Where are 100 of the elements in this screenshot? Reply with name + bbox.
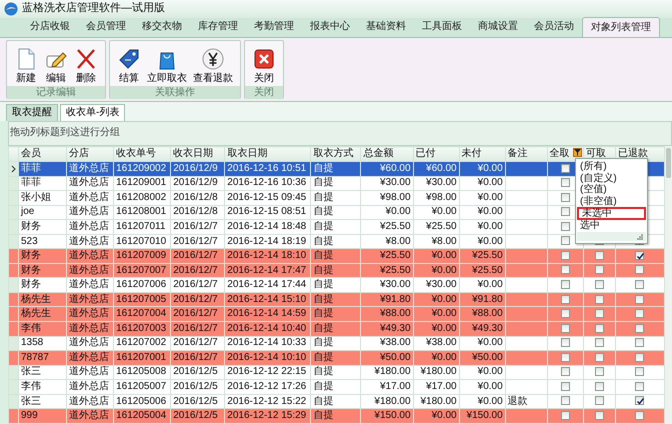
table-cell: 道外总店: [66, 306, 114, 322]
table-cell: ¥0.00: [459, 220, 506, 234]
menu-item[interactable]: (非空值): [577, 196, 646, 207]
table-cell: ¥0.00: [360, 205, 414, 220]
table-cell: 道外总店: [66, 190, 114, 206]
column-header[interactable]: 总金额: [360, 146, 414, 162]
table-cell: ¥50.00: [459, 350, 506, 366]
toolbar-button[interactable]: 删除: [71, 41, 101, 86]
table-cell: 161207006: [114, 278, 171, 292]
column-header[interactable]: 收衣单号: [114, 146, 171, 162]
menu-item[interactable]: (自定义): [577, 172, 646, 184]
column-header[interactable]: 收衣日期: [170, 146, 225, 162]
table-cell: ¥0.00: [413, 306, 460, 322]
toolbar-button[interactable]: 查看退款: [190, 41, 236, 86]
tab[interactable]: 对象列表管理: [582, 17, 660, 37]
table-cell: ¥0.00: [459, 365, 506, 380]
tab[interactable]: 考勤管理: [246, 17, 302, 37]
column-header[interactable]: 已付: [413, 146, 460, 162]
group-label: 关联操作: [110, 86, 240, 99]
tab[interactable]: 基础资料: [358, 17, 414, 37]
column-header[interactable]: 取衣日期: [224, 146, 311, 162]
tab[interactable]: 分店收银: [22, 17, 78, 37]
table-cell: 道外总店: [66, 365, 114, 380]
table-cell: 自提: [310, 306, 361, 322]
table-cell: 菲菲: [18, 176, 67, 191]
tab[interactable]: 库存管理: [190, 17, 246, 37]
tab[interactable]: 会员活动: [526, 17, 582, 37]
menu-item[interactable]: (所有): [577, 161, 646, 172]
toolbar-button[interactable]: 立即取衣: [144, 41, 190, 86]
table-cell: ¥91.80: [360, 292, 414, 307]
table-cell: ¥50.00: [360, 350, 414, 366]
table-cell: 李伟: [18, 380, 67, 394]
column-header[interactable]: 备注: [505, 146, 548, 162]
table-cell: 161208002: [114, 190, 171, 206]
table-cell: 自提: [310, 176, 361, 191]
table-cell: 78787: [18, 350, 67, 366]
table-cell: 李伟: [18, 322, 67, 336]
table-cell: ¥150.00: [360, 408, 414, 424]
table-cell: ¥49.30: [459, 322, 506, 336]
toolbar-button[interactable]: 编辑: [41, 41, 71, 86]
table-cell: ¥180.00: [360, 365, 414, 380]
table-cell: 2016/12/9: [170, 162, 225, 176]
table-cell: 2016-12-14 10:10: [224, 350, 311, 366]
table-cell: ¥49.30: [360, 322, 414, 336]
table-cell: ¥0.00: [413, 350, 460, 366]
table-cell: 2016/12/7: [170, 248, 225, 264]
column-header[interactable]: 全取: [547, 146, 584, 162]
tab[interactable]: 收衣单-列表: [60, 104, 126, 121]
table-cell: 2016-12-14 18:48: [224, 220, 311, 234]
table-cell: 161207001: [114, 350, 171, 366]
table-cell: 张小姐: [18, 190, 67, 206]
table-cell: 161208001: [114, 205, 171, 220]
toolbar-button[interactable]: 新建: [11, 41, 41, 86]
table-cell: ¥0.00: [459, 278, 506, 292]
table-cell: 财务: [18, 248, 67, 264]
menu-item[interactable]: 未选中: [577, 207, 646, 220]
table-cell: 自提: [310, 380, 361, 394]
column-header[interactable]: 分店: [66, 146, 114, 162]
toolbar-button[interactable]: 关闭: [249, 41, 279, 86]
tab[interactable]: 报表中心: [302, 17, 358, 37]
table-cell: 2016-12-14 10:40: [224, 322, 311, 336]
table-cell: 道外总店: [66, 322, 114, 336]
table-cell: ¥150.00: [459, 408, 506, 424]
table-cell: ¥0.00: [459, 176, 506, 191]
tab[interactable]: 取衣提醒: [6, 104, 58, 121]
table-cell: ¥25.50: [459, 248, 506, 264]
group-label: 记录编辑: [7, 86, 105, 99]
table-cell: 2016/12/7: [170, 350, 225, 366]
table-cell: 自提: [310, 263, 361, 278]
table-cell: 2016-12-14 17:47: [224, 263, 311, 278]
table-cell: ¥0.00: [413, 205, 460, 220]
toolbar-button[interactable]: 结算: [114, 41, 144, 86]
column-header[interactable]: 未付: [459, 146, 506, 162]
menu-item[interactable]: 选中: [577, 220, 646, 232]
table-cell: 自提: [310, 322, 361, 336]
table-cell: ¥30.00: [360, 176, 414, 191]
table-cell: 161207009: [114, 248, 171, 264]
table-cell: 2016/12/5: [170, 365, 225, 380]
table-cell: ¥0.00: [459, 190, 506, 206]
table-cell: ¥91.80: [459, 292, 506, 307]
tab[interactable]: 商城设置: [470, 17, 526, 37]
table-cell: ¥0.00: [459, 380, 506, 394]
menu-item[interactable]: (空值): [577, 184, 646, 196]
table-cell: 2016/12/7: [170, 292, 225, 307]
table-cell: ¥25.50: [459, 263, 506, 278]
table-cell: ¥0.00: [459, 205, 506, 220]
table-cell: ¥0.00: [413, 263, 460, 278]
column-header[interactable]: 会员: [18, 146, 67, 162]
table-cell: ¥25.50: [360, 248, 414, 264]
group-label: 关闭: [245, 86, 283, 99]
tab[interactable]: 工具面板: [414, 17, 470, 37]
table-cell: 161207007: [114, 263, 171, 278]
table-cell: 2016/12/7: [170, 322, 225, 336]
tab[interactable]: 会员管理: [78, 17, 134, 37]
column-header[interactable]: 取衣方式: [310, 146, 361, 162]
table-cell: 2016-12-12 15:29: [224, 408, 311, 424]
table-cell: 财务: [18, 278, 67, 292]
tab[interactable]: 移交衣物: [134, 17, 190, 37]
table-cell: ¥30.00: [360, 278, 414, 292]
table-cell: 2016-12-14 18:10: [224, 248, 311, 264]
